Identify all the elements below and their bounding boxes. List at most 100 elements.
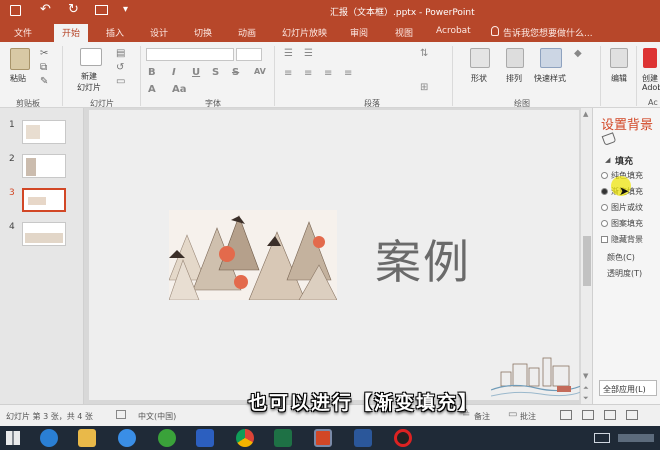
- tab-transitions[interactable]: 切换: [194, 26, 212, 39]
- tray-icons[interactable]: [618, 434, 654, 442]
- save-icon[interactable]: [10, 5, 21, 16]
- tab-animations[interactable]: 动画: [238, 26, 256, 39]
- slideshow-icon[interactable]: [626, 410, 638, 420]
- presenter-icon[interactable]: [95, 5, 108, 15]
- smartart-icon[interactable]: ⊞: [420, 82, 428, 93]
- checkbox[interactable]: [601, 236, 608, 243]
- word-icon[interactable]: [354, 429, 372, 447]
- case-icon[interactable]: Aa: [172, 84, 187, 95]
- edit-button[interactable]: 编辑: [611, 73, 627, 84]
- wps-icon[interactable]: [196, 429, 214, 447]
- mountains-illustration[interactable]: [169, 210, 337, 300]
- fill-section-header[interactable]: 填充: [615, 154, 633, 167]
- comments-button[interactable]: 批注: [520, 411, 536, 422]
- browser-green-icon[interactable]: [158, 429, 176, 447]
- excel-icon[interactable]: [274, 429, 292, 447]
- scroll-thumb[interactable]: [583, 236, 591, 286]
- create-adobe-button-line2[interactable]: Adob: [642, 83, 660, 92]
- cloud-app-icon[interactable]: [118, 429, 136, 447]
- font-name-box[interactable]: [146, 48, 234, 61]
- slide-thumbnail-1[interactable]: [22, 120, 66, 144]
- reset-icon[interactable]: ↺: [116, 62, 124, 73]
- file-explorer-icon[interactable]: [78, 429, 96, 447]
- underline-icon[interactable]: U: [192, 67, 200, 78]
- new-slide-button-line2[interactable]: 幻灯片: [77, 82, 101, 93]
- tab-acrobat[interactable]: Acrobat: [436, 26, 471, 36]
- slide[interactable]: 案例: [89, 110, 581, 400]
- text-direction-icon[interactable]: ⇅: [420, 48, 428, 59]
- ie-icon[interactable]: [40, 429, 58, 447]
- comments-icon[interactable]: ▭: [508, 409, 517, 420]
- arrange-icon[interactable]: [506, 48, 524, 68]
- slide-thumbnail-2[interactable]: [22, 154, 66, 178]
- record-icon[interactable]: [394, 429, 412, 447]
- redo-icon[interactable]: ↻: [68, 2, 79, 17]
- apply-to-all-button[interactable]: 全部应用(L): [599, 380, 657, 396]
- language-status[interactable]: 中文(中国): [138, 411, 176, 422]
- italic-icon[interactable]: I: [172, 67, 176, 78]
- cut-icon[interactable]: ✂: [40, 48, 48, 59]
- justify-icon[interactable]: ≡: [344, 68, 352, 79]
- spacing-icon[interactable]: AV: [254, 67, 266, 76]
- strikethrough-icon[interactable]: S: [232, 67, 239, 78]
- align-right-icon[interactable]: ≡: [324, 68, 332, 79]
- tab-slideshow[interactable]: 幻灯片放映: [282, 26, 327, 39]
- hide-background-checkbox[interactable]: 隐藏背景: [601, 234, 643, 245]
- slide-thumbnail-4[interactable]: [22, 222, 66, 246]
- radio-button[interactable]: [601, 220, 608, 227]
- undo-icon[interactable]: ↶: [40, 2, 51, 17]
- prev-slide-icon[interactable]: ⏶: [583, 384, 589, 393]
- format-painter-icon[interactable]: ✎: [40, 76, 48, 87]
- arrange-button[interactable]: 排列: [506, 73, 522, 84]
- radio-button[interactable]: [601, 188, 608, 195]
- align-center-icon[interactable]: ≡: [304, 68, 312, 79]
- tab-design[interactable]: 设计: [150, 26, 168, 39]
- next-slide-icon[interactable]: ⏷: [583, 394, 589, 403]
- slide-sorter-icon[interactable]: [582, 410, 594, 420]
- keyboard-icon[interactable]: [594, 433, 610, 443]
- tab-view[interactable]: 视图: [395, 26, 413, 39]
- shadow-icon[interactable]: S: [212, 67, 219, 78]
- tell-me-box[interactable]: 告诉我您想要做什么...: [503, 26, 593, 39]
- shapes-button[interactable]: 形状: [471, 73, 487, 84]
- scroll-up-icon[interactable]: ▲: [583, 110, 588, 118]
- new-slide-button[interactable]: 新建: [81, 71, 97, 82]
- bold-icon[interactable]: B: [148, 67, 156, 78]
- shapes-icon[interactable]: [470, 48, 490, 68]
- slide-thumbnail-3[interactable]: [22, 188, 66, 212]
- reading-view-icon[interactable]: [604, 410, 616, 420]
- radio-button[interactable]: [601, 172, 608, 179]
- paste-button[interactable]: 粘贴: [10, 73, 26, 84]
- copy-icon[interactable]: ⧉: [40, 62, 47, 73]
- adobe-pdf-icon[interactable]: [643, 48, 657, 68]
- section-collapse-icon[interactable]: ◢: [605, 156, 610, 164]
- tab-insert[interactable]: 插入: [106, 26, 124, 39]
- option-pattern-fill[interactable]: 图案填充: [601, 218, 643, 229]
- quick-styles-button[interactable]: 快速样式: [534, 73, 566, 84]
- paste-icon[interactable]: [10, 48, 30, 70]
- bullets-icon[interactable]: ☰: [284, 48, 293, 59]
- vertical-scrollbar[interactable]: ▲ ▼ ⏶ ⏷: [580, 108, 592, 404]
- align-left-icon[interactable]: ≡: [284, 68, 292, 79]
- tab-home[interactable]: 开始: [54, 24, 89, 42]
- section-icon[interactable]: ▭: [116, 76, 125, 87]
- chrome-icon[interactable]: [236, 429, 254, 447]
- font-color-icon[interactable]: A: [148, 84, 156, 95]
- fill-bucket-icon[interactable]: [601, 132, 617, 146]
- radio-button[interactable]: [601, 204, 608, 211]
- numbering-icon[interactable]: ☰: [304, 48, 313, 59]
- slide-title-text[interactable]: 案例: [375, 226, 471, 292]
- quick-access-more-icon[interactable]: ▾: [123, 4, 128, 15]
- font-size-box[interactable]: [236, 48, 262, 61]
- quick-styles-icon[interactable]: [540, 48, 562, 68]
- windows-start-icon[interactable]: [6, 431, 20, 445]
- edit-icon[interactable]: [610, 48, 628, 68]
- spellcheck-icon[interactable]: [116, 410, 126, 419]
- tab-review[interactable]: 审阅: [350, 26, 368, 39]
- layout-icon[interactable]: ▤: [116, 48, 125, 59]
- powerpoint-icon[interactable]: [314, 429, 332, 447]
- scroll-down-icon[interactable]: ▼: [583, 372, 588, 380]
- option-picture-fill[interactable]: 图片或纹: [601, 202, 643, 213]
- new-slide-icon[interactable]: [80, 48, 102, 66]
- shape-fill-icon[interactable]: ◆: [574, 48, 582, 59]
